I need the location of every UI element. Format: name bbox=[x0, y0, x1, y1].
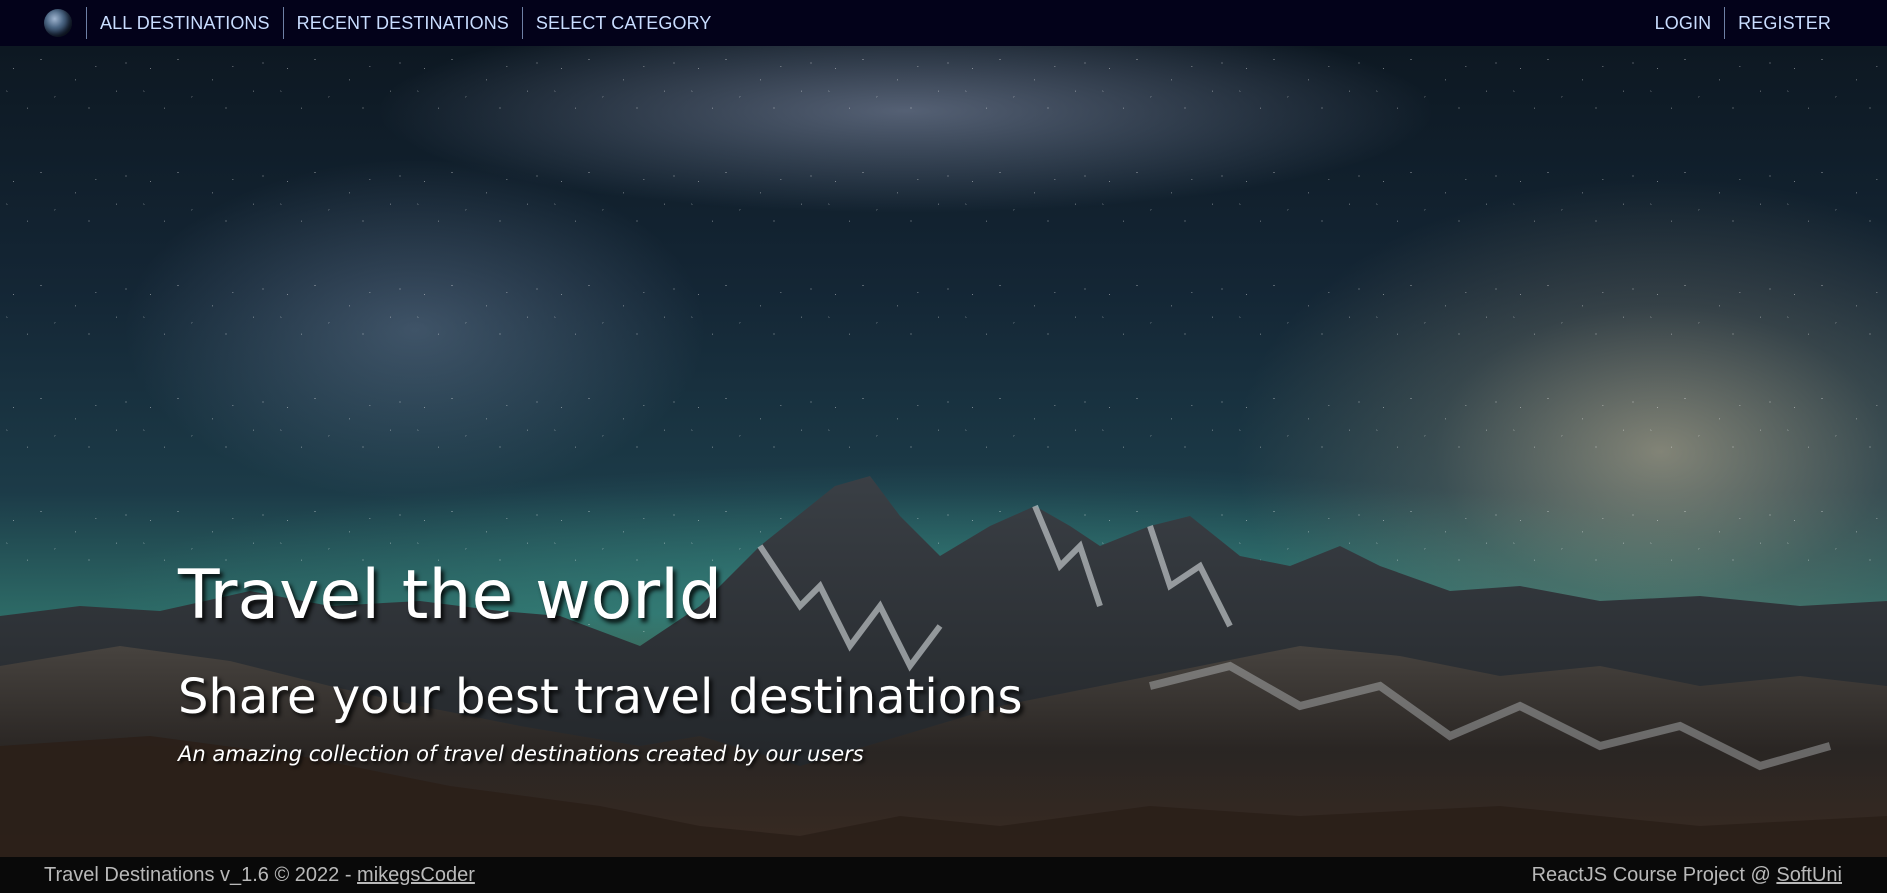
page: ALL DESTINATIONS RECENT DESTINATIONS SEL… bbox=[0, 0, 1887, 893]
nav-link-recent-destinations[interactable]: RECENT DESTINATIONS bbox=[284, 13, 522, 34]
hero-subtitle: Share your best travel destinations bbox=[178, 669, 1023, 725]
navbar-right: LOGIN REGISTER bbox=[1642, 0, 1887, 46]
footer-copyright-text: Travel Destinations v_1.6 © 2022 - bbox=[44, 863, 358, 886]
nav-link-select-category[interactable]: SELECT CATEGORY bbox=[523, 13, 725, 34]
top-navbar: ALL DESTINATIONS RECENT DESTINATIONS SEL… bbox=[0, 0, 1887, 46]
hero-title: Travel the world bbox=[178, 556, 723, 635]
hero-tagline: An amazing collection of travel destinat… bbox=[178, 742, 864, 766]
nav-separator bbox=[282, 7, 284, 39]
nav-separator bbox=[86, 7, 87, 39]
nav-link-all-destinations[interactable]: ALL DESTINATIONS bbox=[87, 13, 283, 34]
footer-course-text: ReactJS Course Project @ bbox=[1531, 863, 1777, 886]
page-footer: Travel Destinations v_1.6 © 2022 - mikeg… bbox=[0, 857, 1887, 893]
hero-banner: Travel the world Share your best travel … bbox=[0, 46, 1887, 857]
nav-link-register[interactable]: REGISTER bbox=[1725, 13, 1844, 34]
footer-author-link[interactable]: mikegsCoder bbox=[357, 864, 475, 886]
nav-link-login[interactable]: LOGIN bbox=[1642, 13, 1725, 34]
globe-icon[interactable] bbox=[44, 9, 72, 37]
nav-separator bbox=[521, 7, 523, 39]
footer-left: Travel Destinations v_1.6 © 2022 - mikeg… bbox=[0, 864, 475, 887]
footer-softuni-link[interactable]: SoftUni bbox=[1776, 864, 1842, 886]
nav-separator bbox=[1724, 7, 1726, 39]
navbar-left: ALL DESTINATIONS RECENT DESTINATIONS SEL… bbox=[0, 0, 724, 46]
footer-right: ReactJS Course Project @ SoftUni bbox=[1532, 864, 1887, 887]
mountain-range-image bbox=[0, 476, 1887, 857]
